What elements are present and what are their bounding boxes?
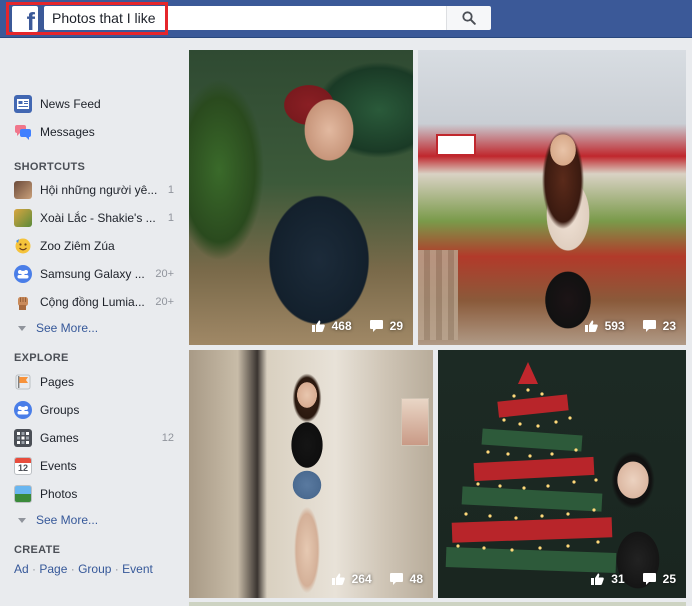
explore-see-more-link[interactable]: See More... xyxy=(18,512,98,528)
photo-stats: 593 23 xyxy=(567,319,676,333)
sidebar-item-label: Pages xyxy=(40,375,75,389)
fairy-lights xyxy=(456,388,600,552)
chevron-down-icon xyxy=(18,325,26,331)
sidebar-item-label: Cộng đồng Lumia... xyxy=(40,295,145,309)
shortcuts-heading: SHORTCUTS xyxy=(14,161,86,173)
sidebar-item-pages[interactable]: Pages xyxy=(14,372,174,392)
sidebar-item-shortcut[interactable]: Zoo Ziêm Zúa xyxy=(14,236,174,256)
sidebar-item-label: Groups xyxy=(40,403,80,417)
explore-heading: EXPLORE xyxy=(14,352,69,364)
comments-count[interactable]: 29 xyxy=(369,319,403,333)
sidebar-item-label: Xoài Lắc - Shakie's ... xyxy=(40,211,156,225)
groups-icon xyxy=(14,401,32,419)
see-more-label: See More... xyxy=(36,513,99,527)
games-icon xyxy=(14,429,32,447)
emoji-face-icon xyxy=(14,237,32,255)
price-sign xyxy=(436,134,476,156)
like-thumb-icon xyxy=(584,320,598,332)
see-more-label: See More... xyxy=(36,321,99,335)
photo-tile[interactable]: 593 23 xyxy=(418,50,686,345)
top-bar: f Photos that I like xyxy=(0,0,692,38)
messages-icon xyxy=(14,123,32,141)
group-avatar-icon xyxy=(14,181,32,199)
search-button[interactable] xyxy=(446,6,491,30)
notification-count: 20+ xyxy=(155,296,174,308)
comment-icon xyxy=(389,573,403,585)
sidebar-item-messages[interactable]: Messages xyxy=(14,122,174,142)
notification-count: 1 xyxy=(167,184,174,196)
sidebar-item-events[interactable]: 12 Events xyxy=(14,456,174,476)
sidebar-item-label: Games xyxy=(40,431,79,445)
sidebar-item-groups[interactable]: Groups xyxy=(14,400,174,420)
fist-icon xyxy=(14,293,32,311)
flag-icon xyxy=(14,373,32,391)
news-feed-icon xyxy=(14,95,32,113)
calendar-icon: 12 xyxy=(14,457,32,475)
sidebar-item-label: News Feed xyxy=(40,97,101,111)
sidebar-item-games[interactable]: Games 12 xyxy=(14,428,174,448)
poster xyxy=(401,398,429,446)
search-icon xyxy=(462,11,476,25)
group-icon xyxy=(14,265,32,283)
sidebar-item-label: Messages xyxy=(40,125,95,139)
notification-count: 1 xyxy=(167,212,174,224)
comment-icon xyxy=(369,320,383,332)
sidebar-item-label: Samsung Galaxy ... xyxy=(40,267,145,281)
pixelated-area xyxy=(418,250,458,340)
sidebar-item-label: Photos xyxy=(40,487,78,501)
left-sidebar: News Feed Messages SHORTCUTS Hội những n… xyxy=(0,38,188,606)
search-highlight-box xyxy=(6,2,168,35)
like-thumb-icon xyxy=(311,320,325,332)
comments-count[interactable]: 23 xyxy=(642,319,676,333)
photos-icon xyxy=(14,485,32,503)
likes-count[interactable]: 593 xyxy=(584,319,625,333)
photo-stats: 468 29 xyxy=(294,319,403,333)
likes-count[interactable]: 468 xyxy=(311,319,352,333)
sidebar-item-photos[interactable]: Photos xyxy=(14,484,174,504)
sidebar-item-news-feed[interactable]: News Feed xyxy=(14,94,174,114)
likes-count[interactable]: 264 xyxy=(331,572,372,586)
notification-count: 12 xyxy=(161,432,174,444)
create-heading: CREATE xyxy=(14,544,61,556)
comments-count[interactable]: 48 xyxy=(389,572,423,586)
notification-count: 20+ xyxy=(155,268,174,280)
chevron-down-icon xyxy=(18,517,26,523)
create-links: Ad · Page · Group · Event xyxy=(14,562,153,576)
comment-icon xyxy=(642,320,656,332)
sidebar-item-shortcut[interactable]: Xoài Lắc - Shakie's ... 1 xyxy=(14,208,174,228)
page-avatar-icon xyxy=(14,209,32,227)
create-page-link[interactable]: Page xyxy=(39,562,67,576)
next-photo-row[interactable] xyxy=(189,602,686,606)
photo-tile[interactable]: 468 29 xyxy=(189,50,413,345)
create-group-link[interactable]: Group xyxy=(78,562,111,576)
sidebar-item-label: Zoo Ziêm Zúa xyxy=(40,239,115,253)
sidebar-item-shortcut[interactable]: Cộng đồng Lumia... 20+ xyxy=(14,292,174,312)
sidebar-item-label: Events xyxy=(40,459,77,473)
create-ad-link[interactable]: Ad xyxy=(14,562,29,576)
create-event-link[interactable]: Event xyxy=(122,562,153,576)
like-thumb-icon xyxy=(331,573,345,585)
sidebar-item-shortcut[interactable]: Hội những người yê... 1 xyxy=(14,180,174,200)
shortcuts-see-more-link[interactable]: See More... xyxy=(18,320,98,336)
photo-tile[interactable]: 264 48 xyxy=(189,350,433,598)
sidebar-item-label: Hội những người yê... xyxy=(40,183,158,197)
sidebar-item-shortcut[interactable]: Samsung Galaxy ... 20+ xyxy=(14,264,174,284)
photo-stats: 264 48 xyxy=(314,572,423,586)
